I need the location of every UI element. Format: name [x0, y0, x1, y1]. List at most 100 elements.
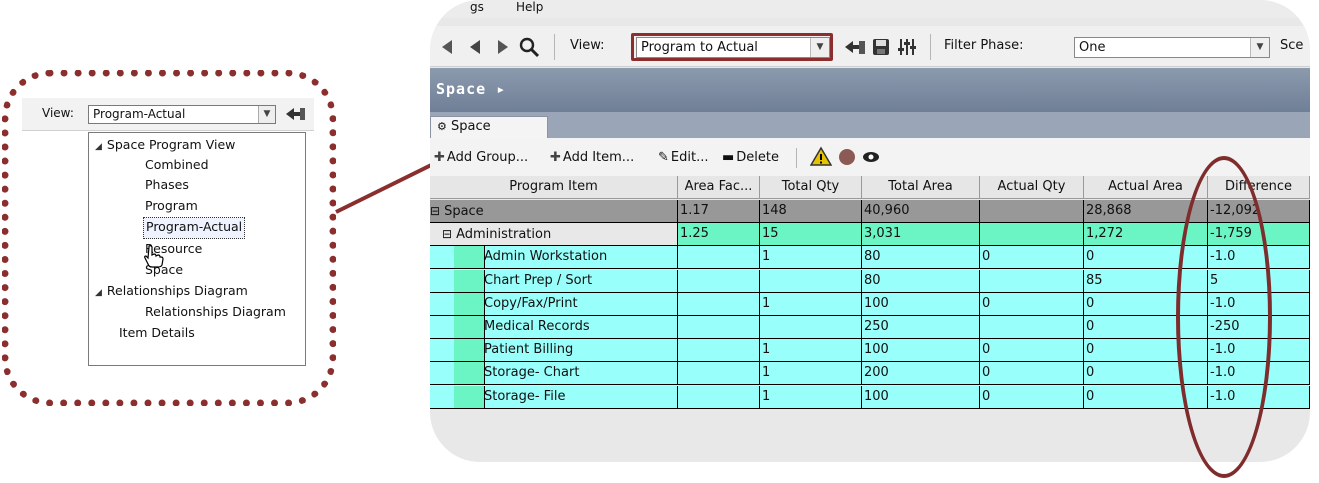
- cell-area-factor: 1.25: [678, 223, 760, 247]
- zoom-callout: View: Program-Actual ▼ ◢ Space Program Vi…: [0, 70, 340, 410]
- program-item-name: Space: [444, 204, 484, 219]
- grid-row-root[interactable]: ⊟ Space 1.17 148 40,960 28,868 -12,092: [430, 200, 1310, 223]
- edit-icon: ✎: [658, 150, 669, 165]
- action-separator: [796, 148, 797, 168]
- menu-settings[interactable]: gs: [470, 0, 484, 14]
- cell-program-item: Copy/Fax/Print: [430, 292, 678, 316]
- cell-total-area: 80: [862, 269, 980, 293]
- cell-total-area: 40,960: [862, 200, 980, 223]
- cell-total-area: 3,031: [862, 223, 980, 247]
- collapse-toggle-icon[interactable]: ⊟: [442, 227, 452, 241]
- cell-actual-qty: [980, 316, 1084, 339]
- section-title[interactable]: Space ▸: [436, 80, 506, 98]
- save-icon[interactable]: [870, 36, 892, 58]
- color-icon[interactable]: [836, 146, 858, 168]
- cell-total-area: 200: [862, 362, 980, 386]
- cell-total-qty: 1: [760, 292, 862, 316]
- back-arrow-icon[interactable]: [436, 36, 458, 58]
- cell-total-area: 250: [862, 316, 980, 339]
- cell-total-qty: 1: [760, 362, 862, 386]
- column-header-program-item[interactable]: Program Item: [430, 176, 678, 199]
- chevron-right-icon[interactable]: ▸: [496, 80, 506, 98]
- menu-help[interactable]: Help: [516, 0, 543, 14]
- search-icon[interactable]: [518, 36, 540, 58]
- settings-sliders-icon[interactable]: [896, 36, 918, 58]
- cell-total-qty: 148: [760, 200, 862, 223]
- cell-program-item: Patient Billing: [430, 339, 678, 363]
- edit-button[interactable]: ✎ Edit...: [658, 150, 708, 165]
- column-header-actual-qty[interactable]: Actual Qty: [980, 176, 1084, 199]
- difference-column-highlight: [1176, 156, 1272, 478]
- program-item-name: Admin Workstation: [484, 249, 608, 265]
- add-item-button[interactable]: ✚ Add Item...: [550, 150, 634, 165]
- tab-strip: ⚙ Space: [430, 112, 1310, 138]
- callout-view-label: View:: [42, 106, 74, 120]
- cell-actual-qty: [980, 200, 1084, 223]
- cell-actual-qty: 0: [980, 339, 1084, 363]
- column-header-total-qty[interactable]: Total Qty: [760, 176, 862, 199]
- app-window: gs Help View: Program to Actual ▼ Filter…: [430, 0, 1310, 462]
- tree-leaf-program[interactable]: Program: [145, 196, 198, 216]
- collapse-toggle-icon[interactable]: ⊟: [430, 204, 440, 218]
- tree-node-relationships-diagram[interactable]: ◢ Relationships Diagram: [95, 281, 248, 301]
- callout-view-select[interactable]: Program-Actual ▼: [88, 105, 276, 124]
- cell-area-factor: [678, 316, 760, 339]
- filter-phase-label: Filter Phase:: [944, 38, 1024, 53]
- forward-icon[interactable]: [492, 36, 514, 58]
- tree-node-space-program-view[interactable]: ◢ Space Program View: [95, 135, 235, 155]
- cell-total-qty: [760, 269, 862, 293]
- delete-icon: ▬: [722, 150, 735, 165]
- filter-phase-select[interactable]: One ▼: [1074, 37, 1270, 58]
- callout-toolbar: View: Program-Actual ▼: [22, 98, 314, 131]
- cell-area-factor: [678, 362, 760, 386]
- cell-total-qty: 15: [760, 223, 862, 247]
- cell-actual-qty: 0: [980, 292, 1084, 316]
- cell-actual-qty: 0: [980, 246, 1084, 270]
- cell-area-factor: [678, 339, 760, 363]
- program-item-name: Administration: [456, 227, 552, 243]
- add-group-button[interactable]: ✚ Add Group...: [434, 150, 528, 165]
- cell-area-factor: [678, 292, 760, 316]
- cell-program-item: Medical Records: [430, 316, 678, 339]
- cell-program-item: ⊟ Administration: [430, 223, 678, 247]
- cell-program-item: ⊟ Space: [430, 200, 678, 223]
- warning-icon[interactable]: [810, 146, 832, 168]
- program-item-name: Patient Billing: [484, 342, 574, 358]
- cell-total-area: 100: [862, 292, 980, 316]
- program-item-name: Storage- File: [484, 388, 566, 404]
- eye-icon[interactable]: [860, 146, 882, 168]
- column-header-total-area[interactable]: Total Area: [862, 176, 980, 199]
- tree-leaf-phases[interactable]: Phases: [145, 175, 189, 195]
- scenario-label: Sce: [1280, 38, 1304, 53]
- tree-leaf-combined[interactable]: Combined: [145, 155, 209, 175]
- cell-total-qty: [760, 316, 862, 339]
- cell-total-qty: 1: [760, 339, 862, 363]
- chevron-down-icon[interactable]: ▼: [1250, 38, 1269, 57]
- column-header-area-factor[interactable]: Area Fac...: [678, 176, 760, 199]
- collapse-triangle-icon[interactable]: ◢: [95, 142, 102, 152]
- view-tree-dropdown: ◢ Space Program View Combined Phases Prog…: [88, 132, 306, 366]
- tree-leaf-program-actual[interactable]: Program-Actual: [143, 217, 246, 239]
- export-icon[interactable]: [284, 104, 306, 124]
- column-header-actual-area[interactable]: Actual Area: [1084, 176, 1208, 199]
- chevron-down-icon[interactable]: ▼: [258, 106, 275, 123]
- table-row[interactable]: Storage- File 1 100 0 0 -1.0: [430, 385, 1310, 409]
- collapse-triangle-icon[interactable]: ◢: [95, 288, 102, 298]
- filter-phase-value: One: [1079, 40, 1106, 55]
- cell-program-item: Admin Workstation: [430, 246, 678, 270]
- cell-actual-qty: 0: [980, 385, 1084, 409]
- view-label: View:: [570, 38, 605, 53]
- add-group-icon: ✚: [434, 150, 445, 165]
- tree-node-item-details[interactable]: Item Details: [119, 323, 195, 343]
- cell-program-item: Chart Prep / Sort: [430, 269, 678, 293]
- space-tab-icon: ⚙: [437, 120, 447, 133]
- cell-total-qty: 1: [760, 246, 862, 270]
- export-icon[interactable]: [844, 36, 866, 58]
- delete-button[interactable]: ▬ Delete: [722, 150, 779, 165]
- tab-space[interactable]: ⚙ Space: [430, 116, 548, 138]
- tree-leaf-relationships-diagram[interactable]: Relationships Diagram: [145, 302, 286, 322]
- back-icon[interactable]: [464, 36, 486, 58]
- program-item-name: Chart Prep / Sort: [484, 272, 593, 288]
- grid-row-group[interactable]: ⊟ Administration 1.25 15 3,031 1,272 -1,759: [430, 223, 1310, 247]
- menu-bar: gs Help: [430, 0, 1310, 18]
